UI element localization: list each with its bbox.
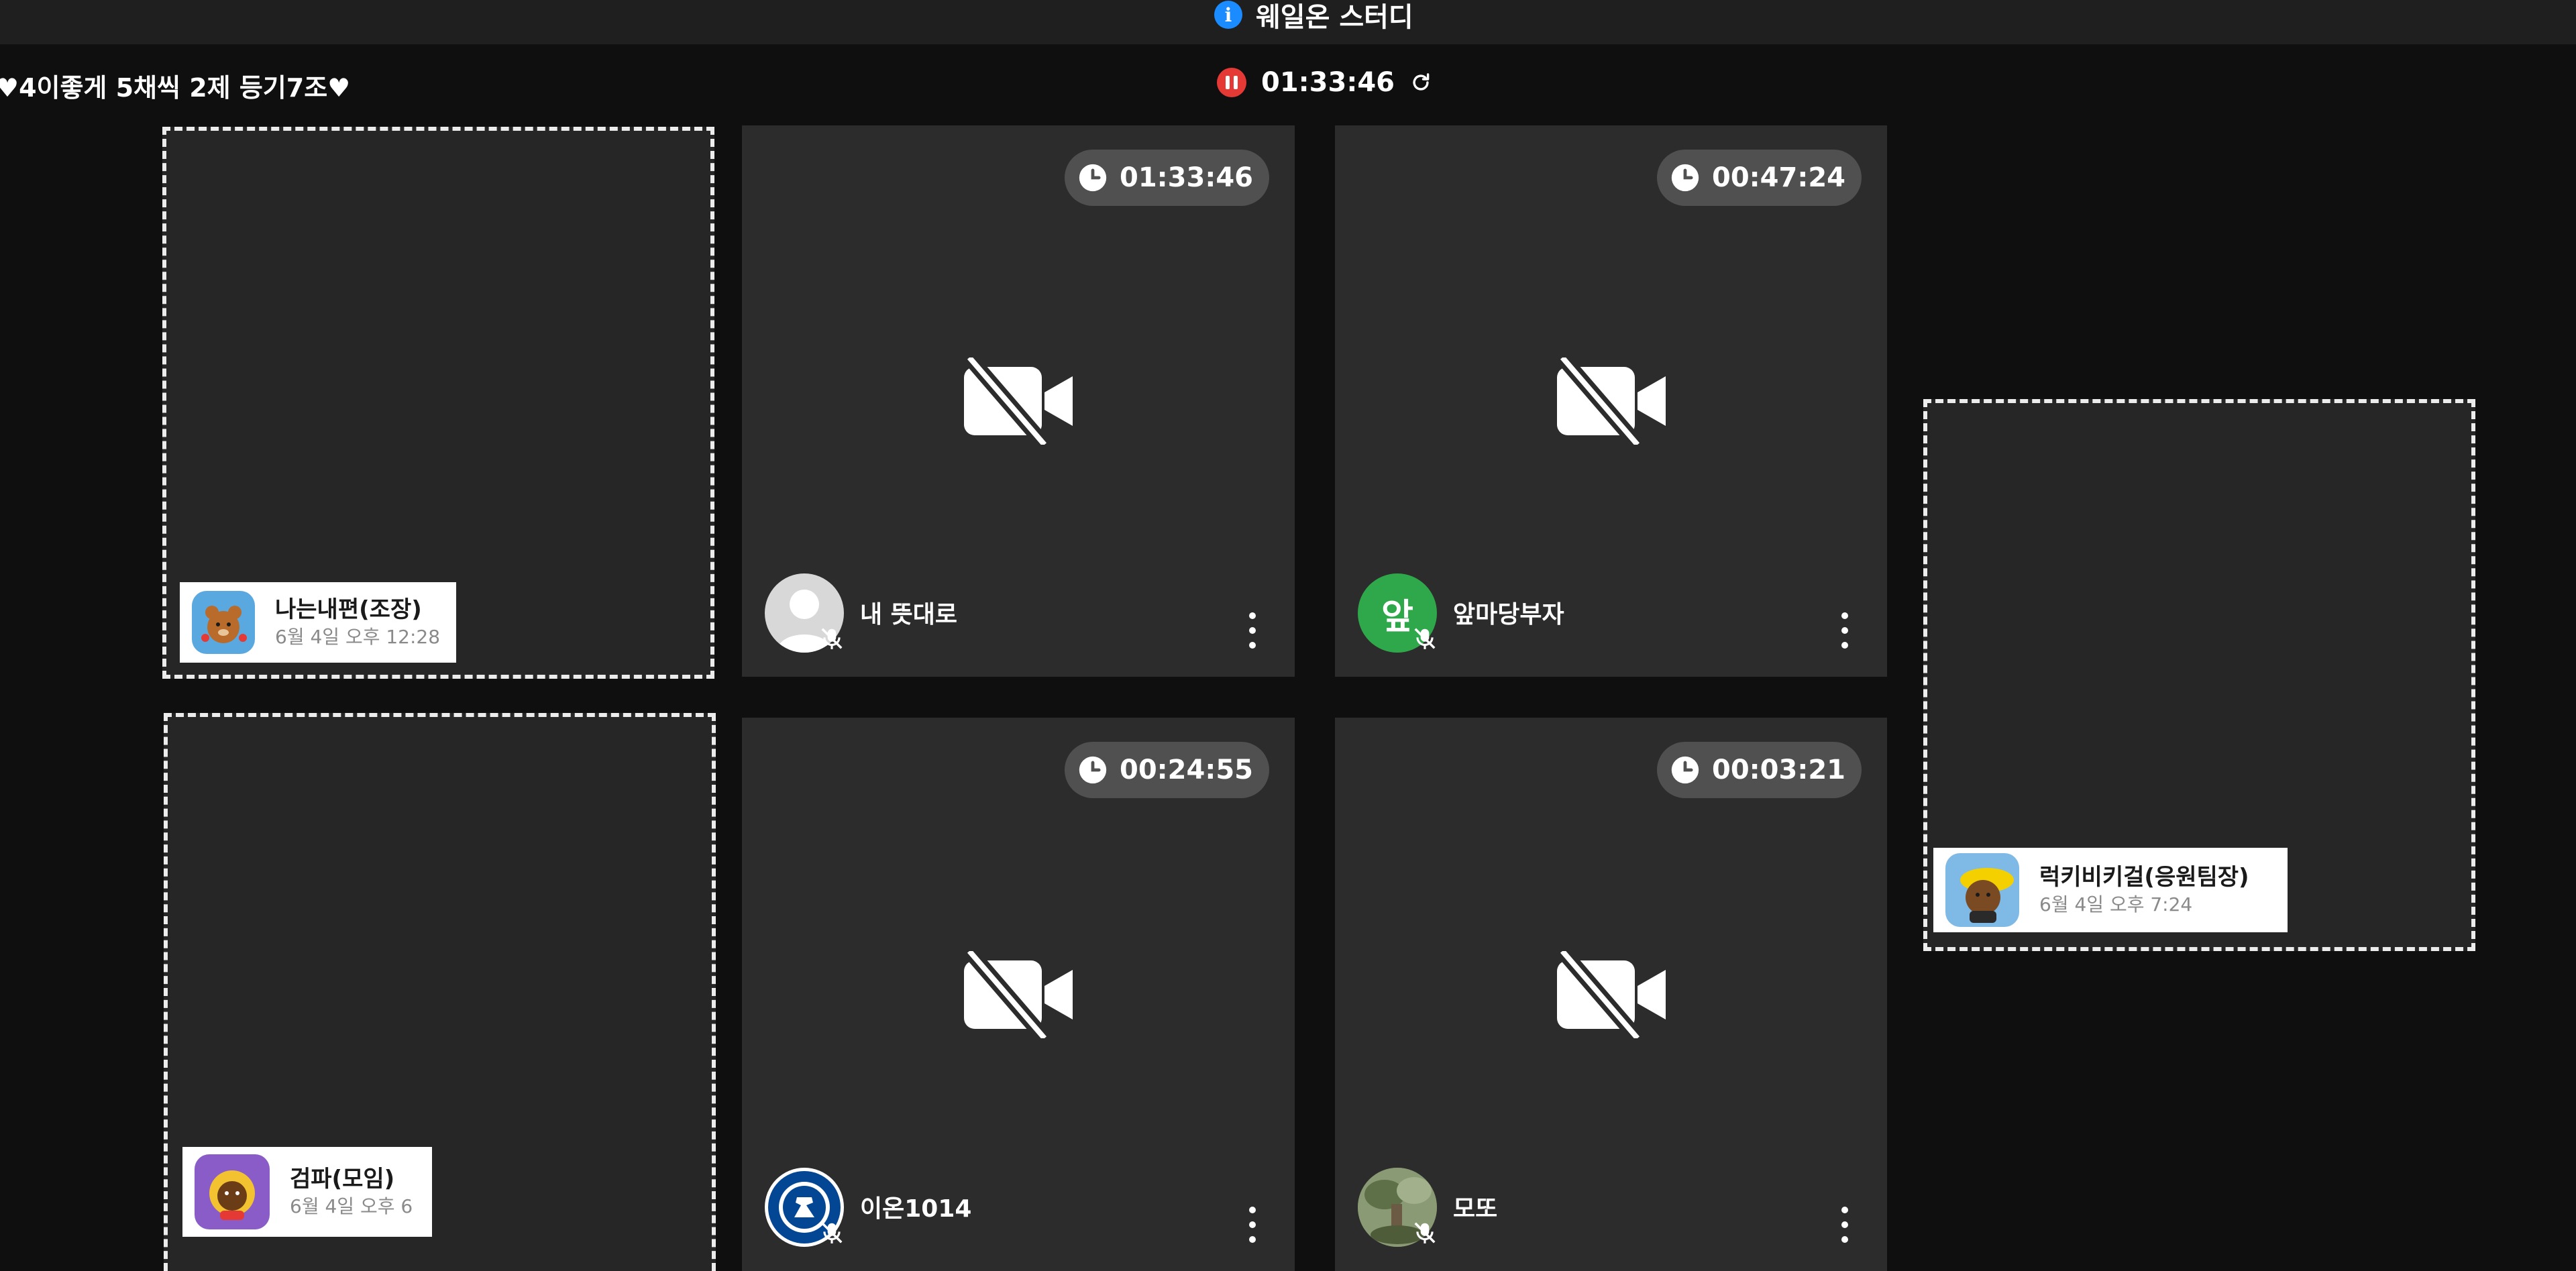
user-badge[interactable]: 나는내편(조장) 6월 4일 오후 12:28 bbox=[180, 582, 456, 663]
participant-name: 모또 bbox=[1453, 1195, 1498, 1223]
session-timer-group: 01:33:46 bbox=[1217, 67, 1432, 98]
clock-icon bbox=[1671, 756, 1699, 784]
participant-name: 앞마당부자 bbox=[1453, 601, 1564, 628]
user-badge[interactable]: 럭키비키걸(응원팀장) 6월 4일 오후 7:24 bbox=[1933, 848, 2288, 932]
camera-off-icon bbox=[1556, 950, 1666, 1038]
user-badge[interactable]: 검파(모임) 6월 4일 오후 6 bbox=[182, 1147, 432, 1237]
more-options-icon[interactable] bbox=[1840, 612, 1849, 649]
participant-name: 내 뜻대로 bbox=[860, 601, 958, 628]
bear-avatar-icon bbox=[192, 591, 255, 654]
mic-off-icon bbox=[1414, 1222, 1436, 1244]
elapsed-time: 00:24:55 bbox=[1120, 755, 1253, 785]
clock-icon bbox=[1671, 164, 1699, 192]
room-title: 웨일온 스터디 bbox=[1256, 2, 1413, 33]
avatar-letter: 앞 bbox=[1381, 596, 1413, 637]
camera-off-icon bbox=[963, 950, 1073, 1038]
elapsed-time: 00:03:21 bbox=[1712, 755, 1845, 785]
refresh-icon[interactable] bbox=[1409, 71, 1432, 94]
participant-tile[interactable]: 00:03:21 모또 bbox=[1335, 718, 1887, 1271]
character-avatar-icon bbox=[1945, 853, 2019, 927]
elapsed-time: 01:33:46 bbox=[1120, 162, 1253, 193]
badge-name: 럭키비키걸(응원팀장) bbox=[2039, 864, 2249, 891]
character-avatar-icon bbox=[195, 1154, 270, 1229]
badge-date: 6월 4일 오후 7:24 bbox=[2039, 893, 2193, 916]
camera-off-icon bbox=[963, 357, 1073, 445]
participant-name: 이온1014 bbox=[860, 1195, 972, 1223]
title-bar: i 웨일온 스터디 bbox=[0, 0, 2576, 44]
session-timer: 01:33:46 bbox=[1261, 67, 1395, 98]
participant-tile[interactable]: 00:47:24 앞 앞마당부자 bbox=[1335, 125, 1887, 677]
participant-tile[interactable]: 01:33:46 내 뜻대로 bbox=[742, 125, 1295, 677]
clock-icon bbox=[1079, 164, 1107, 192]
elapsed-time: 00:47:24 bbox=[1712, 162, 1845, 193]
elapsed-time-badge: 01:33:46 bbox=[1065, 150, 1269, 206]
info-icon[interactable]: i bbox=[1214, 1, 1242, 29]
elapsed-time-badge: 00:03:21 bbox=[1657, 742, 1862, 798]
clock-icon bbox=[1079, 756, 1107, 784]
mic-off-icon bbox=[1414, 628, 1436, 649]
elapsed-time-badge: 00:24:55 bbox=[1065, 742, 1269, 798]
mic-off-icon bbox=[821, 1222, 843, 1244]
camera-off-icon bbox=[1556, 357, 1666, 445]
badge-date: 6월 4일 오후 6 bbox=[290, 1195, 413, 1217]
badge-name: 나는내편(조장) bbox=[275, 596, 422, 623]
room-notice: ♥4이좋게 5채씩 2제 등기7조♥ bbox=[0, 73, 351, 103]
more-options-icon[interactable] bbox=[1840, 1207, 1849, 1243]
mic-off-icon bbox=[821, 628, 843, 649]
pause-icon[interactable] bbox=[1217, 68, 1246, 97]
more-options-icon[interactable] bbox=[1248, 1207, 1257, 1243]
badge-date: 6월 4일 오후 12:28 bbox=[275, 626, 441, 648]
room-title-group: i 웨일온 스터디 bbox=[1214, 0, 1413, 33]
elapsed-time-badge: 00:47:24 bbox=[1657, 150, 1862, 206]
more-options-icon[interactable] bbox=[1248, 612, 1257, 649]
participant-tile[interactable]: 00:24:55 이온1014 bbox=[742, 718, 1295, 1271]
badge-name: 검파(모임) bbox=[290, 1166, 395, 1193]
